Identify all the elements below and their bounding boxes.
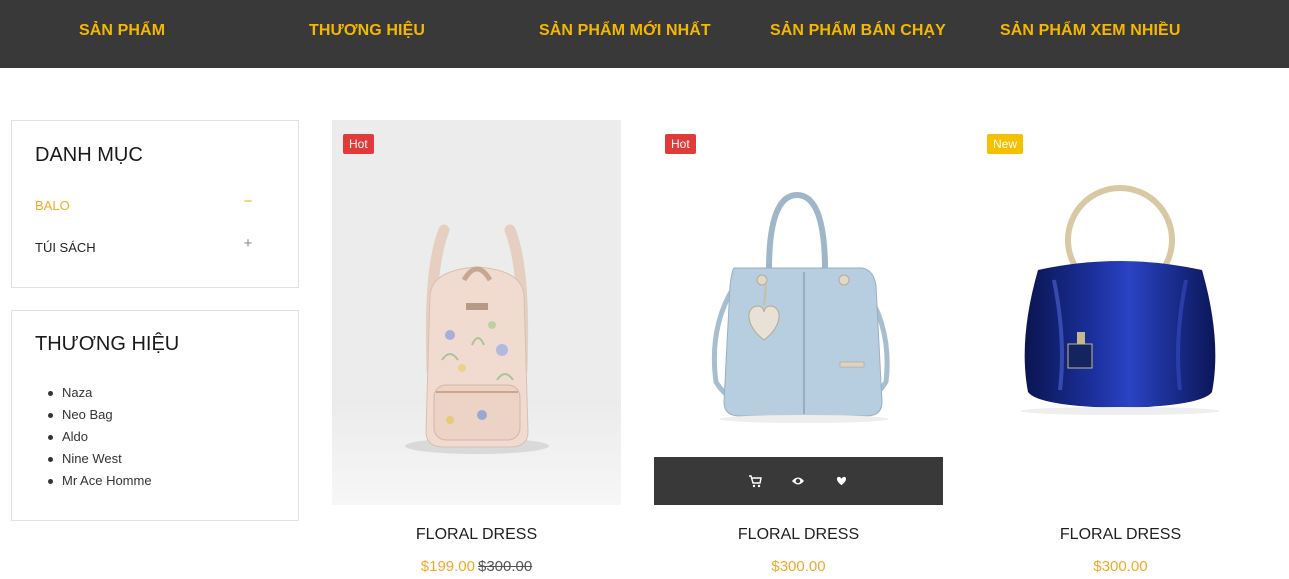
product-image-handbag-blue[interactable]	[654, 120, 943, 505]
nav-item-brands[interactable]: THƯƠNG HIỆU	[309, 22, 425, 40]
product-card: Hot FLORAL DRESS $199.00 $300.00	[332, 120, 621, 579]
category-item-label: BALO	[35, 198, 70, 213]
nav-item-best-selling[interactable]: SẢN PHẨM BÁN CHẠY	[770, 22, 946, 40]
nav-item-most-viewed[interactable]: SẢN PHẨM XEM NHIỀU	[1000, 22, 1180, 40]
hot-badge: Hot	[343, 134, 374, 154]
collapse-icon[interactable]: −	[241, 193, 255, 210]
expand-icon[interactable]: +	[241, 235, 255, 252]
category-panel-title: DANH MỤC	[35, 144, 143, 166]
product-card: New FLORAL DRESS $300.00	[976, 120, 1265, 579]
cart-icon[interactable]	[746, 472, 764, 490]
current-price: $300.00	[1093, 558, 1148, 575]
brand-item-aldo[interactable]: Aldo	[35, 429, 152, 451]
current-price: $199.00	[420, 558, 475, 575]
product-name[interactable]: FLORAL DRESS	[976, 526, 1265, 544]
brand-item-naza[interactable]: Naza	[35, 385, 152, 407]
brand-item-nine-west[interactable]: Nine West	[35, 451, 152, 473]
category-panel: DANH MỤC BALO − TÚI SÁCH +	[11, 120, 299, 288]
product-price: $300.00	[654, 558, 943, 575]
product-price: $199.00 $300.00	[332, 558, 621, 575]
current-price: $300.00	[771, 558, 826, 575]
brand-panel: THƯƠNG HIỆU Naza Neo Bag Aldo Nine West …	[11, 310, 299, 521]
top-navigation: SẢN PHẨM THƯƠNG HIỆU SẢN PHẨM MỚI NHẤT S…	[0, 0, 1289, 68]
eye-icon[interactable]	[789, 472, 807, 490]
new-badge: New	[987, 134, 1024, 154]
product-image-handbag-navy[interactable]	[976, 120, 1265, 505]
brand-panel-title: THƯƠNG HIỆU	[35, 333, 180, 355]
product-price: $300.00	[976, 558, 1265, 575]
handbag-image	[711, 191, 890, 423]
hot-badge: Hot	[665, 134, 696, 154]
product-image-backpack[interactable]	[332, 120, 621, 505]
product-card: Hot FLORAL DRESS $300.00	[654, 120, 943, 579]
category-item-label: TÚI SÁCH	[35, 240, 96, 255]
nav-item-products[interactable]: SẢN PHẨM	[79, 22, 165, 40]
handbag-image	[1020, 185, 1220, 415]
product-name[interactable]: FLORAL DRESS	[654, 526, 943, 544]
brand-item-mr-ace-homme[interactable]: Mr Ace Homme	[35, 473, 152, 495]
old-price: $300.00	[478, 558, 533, 575]
brand-item-neo-bag[interactable]: Neo Bag	[35, 407, 152, 429]
backpack-image	[332, 224, 621, 505]
nav-item-newest[interactable]: SẢN PHẨM MỚI NHẤT	[539, 22, 711, 40]
heart-icon[interactable]	[832, 472, 850, 490]
brand-list: Naza Neo Bag Aldo Nine West Mr Ace Homme	[35, 385, 152, 495]
product-name[interactable]: FLORAL DRESS	[332, 526, 621, 544]
product-actions-bar	[654, 457, 943, 505]
